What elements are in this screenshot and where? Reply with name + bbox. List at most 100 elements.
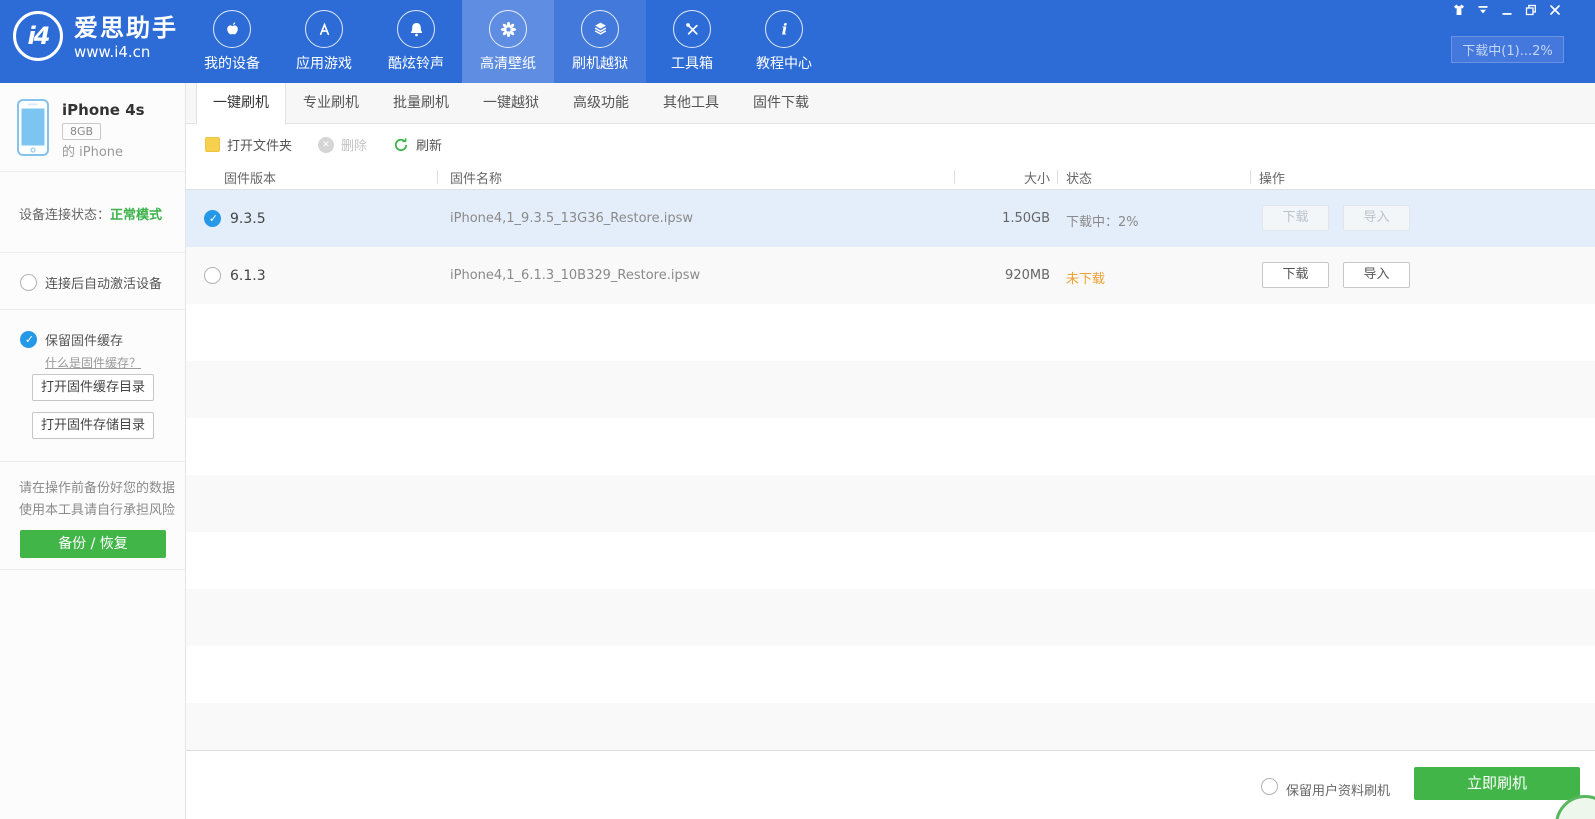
col-firmware-name: 固件名称 — [450, 172, 503, 187]
firmware-status: 下载中：2% — [1066, 215, 1139, 230]
open-folder-button[interactable]: 打开文件夹 — [205, 135, 292, 154]
info-icon: i — [765, 10, 803, 48]
delete-circle-icon: ✕ — [318, 136, 335, 153]
nav-tutorials[interactable]: i 教程中心 — [738, 0, 830, 83]
flash-box-icon — [581, 10, 619, 48]
tab-pro-flash[interactable]: 专业刷机 — [286, 83, 376, 123]
tab-one-click-jailbreak[interactable]: 一键越狱 — [466, 83, 556, 123]
minimize-icon[interactable] — [1500, 3, 1514, 17]
bottom-action-bar: 保留用户资料刷机 立即刷机 — [186, 750, 1595, 819]
firmware-row-613[interactable]: 6.1.3 iPhone4,1_6.1.3_10B329_Restore.ips… — [186, 247, 1595, 304]
logo-text: 爱思助手 www.i4.cn — [74, 14, 178, 62]
warning-panel: 请在操作前备份好您的数据 使用本工具请自行承担风险 备份 / 恢复 — [0, 462, 185, 570]
firmware-version: 6.1.3 — [230, 268, 266, 284]
col-firmware-version: 固件版本 — [224, 172, 277, 187]
download-button[interactable]: 下载 — [1262, 205, 1329, 231]
nav-flash-jailbreak[interactable]: 刷机越狱 — [554, 0, 646, 83]
connection-mode-value: 正常模式 — [110, 208, 163, 223]
refresh-icon — [393, 137, 409, 153]
device-capacity-badge: 8GB — [62, 123, 102, 140]
row-radio-checked-icon[interactable] — [204, 210, 222, 228]
nav-label: 高清壁纸 — [480, 56, 536, 72]
open-cache-dir-button[interactable]: 打开固件缓存目录 — [32, 374, 154, 401]
nav-label: 酷炫铃声 — [388, 56, 444, 72]
nav-my-device[interactable]: 我的设备 — [186, 0, 278, 83]
tab-advanced[interactable]: 高级功能 — [556, 83, 646, 123]
column-divider — [954, 170, 955, 184]
auto-activate-label: 连接后自动激活设备 — [45, 277, 163, 292]
close-icon[interactable] — [1548, 3, 1562, 17]
i4-tools-window: i4 爱思助手 www.i4.cn 我的设备 应用游戏 酷炫铃声 高清壁纸 刷机… — [0, 0, 1595, 819]
nav-toolbox[interactable]: 工具箱 — [646, 0, 738, 83]
delete-button[interactable]: ✕ 删除 — [318, 135, 367, 154]
keep-user-data-radio[interactable] — [1261, 778, 1278, 795]
i4-logo: i4 — [13, 11, 63, 61]
tab-one-click-flash[interactable]: 一键刷机 — [196, 83, 286, 125]
firmware-version: 9.3.5 — [230, 211, 266, 227]
tab-firmware-download[interactable]: 固件下载 — [736, 83, 826, 123]
firmware-row-935[interactable]: 9.3.5 iPhone4,1_9.3.5_13G36_Restore.ipsw… — [186, 190, 1595, 247]
refresh-button[interactable]: 刷新 — [393, 135, 442, 154]
firmware-filename: iPhone4,1_6.1.3_10B329_Restore.ipsw — [450, 268, 701, 283]
keep-cache-checkbox[interactable]: 保留固件缓存 — [20, 330, 123, 349]
appstore-icon — [305, 10, 343, 48]
table-header: 固件版本 固件名称 大小 状态 操作 — [186, 164, 1595, 190]
nav-ringtones[interactable]: 酷炫铃声 — [370, 0, 462, 83]
col-action: 操作 — [1259, 172, 1286, 187]
col-size: 大小 — [1023, 172, 1050, 187]
nav-label: 工具箱 — [671, 56, 713, 72]
device-name: iPhone 4s — [62, 101, 145, 119]
col-status: 状态 — [1066, 172, 1093, 187]
device-panel: iPhone 4s 8GB 的 iPhone — [0, 83, 185, 172]
keep-cache-label: 保留固件缓存 — [45, 334, 124, 349]
nav-label: 刷机越狱 — [572, 56, 628, 72]
nav-wallpapers[interactable]: 高清壁纸 — [462, 0, 554, 83]
radio-checked-icon[interactable] — [20, 331, 38, 349]
device-owner: 的 iPhone — [62, 145, 124, 160]
download-status-button[interactable]: 下载中(1)...2% — [1451, 36, 1564, 63]
open-folder-label: 打开文件夹 — [227, 139, 293, 154]
column-divider — [1057, 170, 1058, 184]
restore-icon[interactable] — [1524, 3, 1538, 17]
iphone-icon — [17, 99, 49, 160]
menu-icon[interactable] — [1476, 3, 1490, 17]
main-nav: 我的设备 应用游戏 酷炫铃声 高清壁纸 刷机越狱 工具箱 i 教程中心 — [186, 0, 830, 83]
flash-now-button[interactable]: 立即刷机 — [1414, 767, 1580, 800]
import-button[interactable]: 导入 — [1343, 262, 1410, 288]
firmware-filename: iPhone4,1_9.3.5_13G36_Restore.ipsw — [450, 211, 694, 226]
sidebar: iPhone 4s 8GB 的 iPhone 设备连接状态：正常模式 连接后自动… — [0, 83, 186, 819]
backup-restore-button[interactable]: 备份 / 恢复 — [20, 530, 166, 558]
bell-icon — [397, 10, 435, 48]
skin-icon[interactable] — [1452, 3, 1466, 17]
tab-other-tools[interactable]: 其他工具 — [646, 83, 736, 123]
auto-activate-checkbox[interactable]: 连接后自动激活设备 — [20, 273, 162, 292]
firmware-size: 1.50GB — [1002, 211, 1050, 226]
firmware-size: 920MB — [1005, 268, 1050, 283]
nav-label: 应用游戏 — [296, 56, 352, 72]
delete-label: 删除 — [341, 139, 368, 154]
column-divider — [1250, 170, 1251, 184]
keep-user-data-label: 保留用户资料刷机 — [1286, 784, 1391, 799]
wallpaper-flower-icon — [489, 10, 527, 48]
open-storage-dir-button[interactable]: 打开固件存储目录 — [32, 412, 154, 439]
auto-activate-panel: 连接后自动激活设备 — [0, 253, 185, 310]
connection-status: 设备连接状态：正常模式 — [19, 204, 162, 223]
window-controls — [1452, 3, 1562, 17]
app-header: i4 爱思助手 www.i4.cn 我的设备 应用游戏 酷炫铃声 高清壁纸 刷机… — [0, 0, 1595, 83]
toolbox-icon — [673, 10, 711, 48]
app-title: 爱思助手 — [74, 14, 178, 42]
row-radio-unchecked-icon[interactable] — [204, 267, 221, 284]
folder-icon — [205, 137, 220, 152]
download-button[interactable]: 下载 — [1262, 262, 1329, 288]
what-is-cache-link[interactable]: 什么是固件缓存？ — [45, 354, 141, 371]
import-button[interactable]: 导入 — [1343, 205, 1410, 231]
tab-batch-flash[interactable]: 批量刷机 — [376, 83, 466, 123]
nav-apps-games[interactable]: 应用游戏 — [278, 0, 370, 83]
svg-text:i: i — [781, 20, 787, 38]
apple-icon — [213, 10, 251, 48]
radio-unchecked-icon[interactable] — [20, 274, 37, 291]
warning-line-1: 请在操作前备份好您的数据 — [19, 481, 176, 496]
connection-panel: 设备连接状态：正常模式 — [0, 172, 185, 253]
refresh-label: 刷新 — [416, 139, 443, 154]
toolbar: 打开文件夹 ✕ 删除 刷新 — [186, 125, 442, 164]
